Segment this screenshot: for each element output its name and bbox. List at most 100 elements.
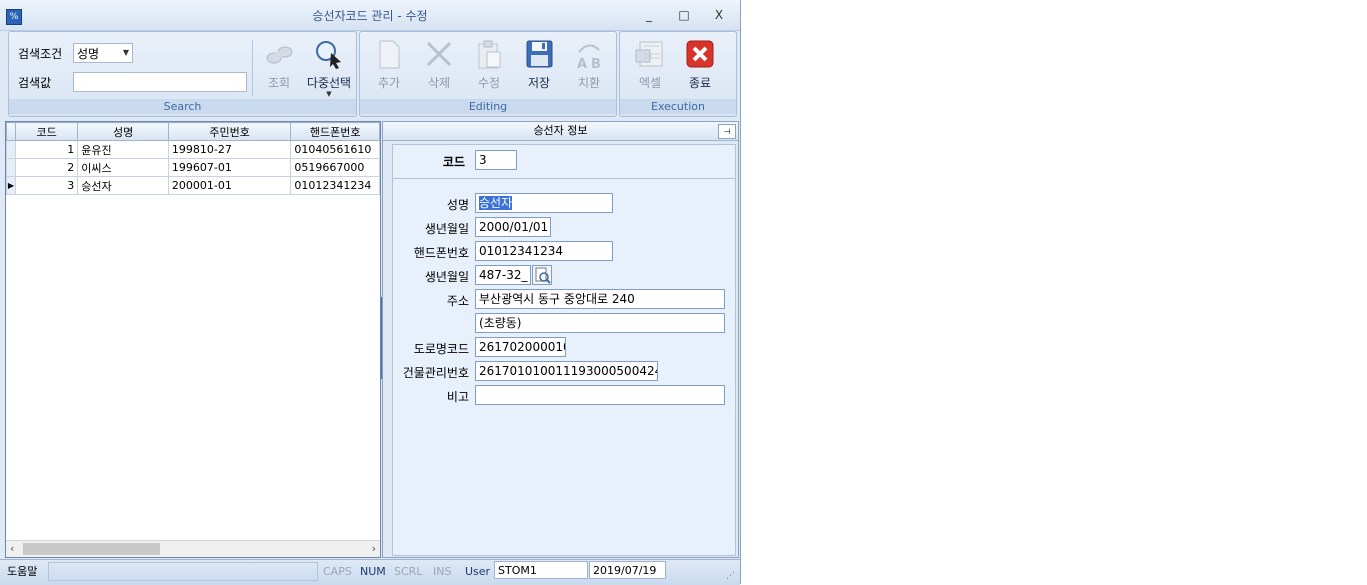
table-row[interactable]: 2 이씨스 199607-01 0519667000 [6,158,380,177]
execution-group: 엑셀 종료 Execution [619,31,737,117]
cell-name[interactable]: 승선자 [77,176,169,195]
memo-field[interactable] [475,385,725,405]
table-row[interactable]: ▶ 3 승선자 200001-01 01012341234 [6,176,380,195]
add-button[interactable]: 추가 [366,38,412,91]
row-header-corner [6,122,16,141]
column-header-name[interactable]: 성명 [77,122,169,141]
search-group-label: Search [9,99,356,114]
search-icon [535,267,551,284]
svg-text:A: A [577,57,587,70]
building-number-field[interactable]: 2617010100111930005004243 [475,361,658,381]
data-grid[interactable]: 코드 성명 주민번호 핸드폰번호 1 윤유진 199810-27 0104056… [5,121,381,558]
code-field[interactable]: 3 [475,150,517,170]
code-label: 코드 [442,155,465,169]
dropdown-arrow-icon: ▼ [326,90,332,98]
cell-code[interactable]: 1 [14,140,79,159]
address-search-button[interactable] [532,265,552,285]
title-bar: % 승선자코드 관리 - 수정 _ □ X [0,0,740,31]
birthdate2-label: 생년월일 [424,270,469,284]
user-value: STOM1 [494,561,588,579]
birthdate-label: 생년월일 [424,222,469,236]
column-header-jumin[interactable]: 주민번호 [167,122,292,141]
cell-code[interactable]: 3 [14,176,79,195]
status-bar: 도움말 CAPS NUM SCRL INS User STOM1 2019/07… [0,559,740,585]
query-label: 조회 [267,76,291,90]
scrollbar-thumb[interactable] [23,543,160,555]
resize-grip-icon[interactable]: ⋰ [726,571,738,583]
scroll-left-icon[interactable]: ‹ [10,542,14,555]
cell-name[interactable]: 이씨스 [77,158,169,177]
excel-label: 엑셀 [638,76,662,90]
horizontal-scrollbar[interactable]: ‹ › [6,540,380,557]
postal-code-field[interactable]: 487-32_ [475,265,531,285]
cell-name[interactable]: 윤유진 [77,140,169,159]
birthdate-field[interactable]: 2000/01/01 [475,217,551,237]
editing-group: 추가 삭제 수정 저장 AB 치환 Editing [359,31,617,117]
roadcode-field[interactable]: 261702000010 [475,337,566,357]
magnifier-cursor-icon [313,38,345,70]
close-button[interactable]: X [708,6,730,24]
minimize-button[interactable]: _ [638,6,660,24]
scroll-right-icon[interactable]: › [372,542,376,555]
cell-jumin[interactable]: 200001-01 [167,176,292,195]
multiselect-button[interactable]: 다중선택 ▼ [306,38,352,98]
cell-code[interactable]: 2 [14,158,79,177]
grid-table: 코드 성명 주민번호 핸드폰번호 1 윤유진 199810-27 0104056… [6,122,380,195]
excel-button[interactable]: 엑셀 [627,38,673,91]
ribbon: 검색조건 성명 ▼ 검색값 조회 다중선택 ▼ Search 추가 삭제 수정 … [4,31,738,117]
add-label: 추가 [377,76,401,90]
query-button[interactable]: 조회 [256,38,302,91]
row-header[interactable] [6,140,16,159]
exit-button[interactable]: 종료 [677,38,723,91]
memo-label: 비고 [446,390,469,404]
table-row[interactable]: 1 윤유진 199810-27 01040561610 [6,140,380,159]
name-selected-text: 승선자 [479,196,513,210]
save-button[interactable]: 저장 [516,38,562,91]
cell-phone[interactable]: 0519667000 [290,158,380,177]
search-condition-label: 검색조건 [18,47,63,61]
roadcode-label: 도로명코드 [413,342,469,356]
main-window: % 승선자코드 관리 - 수정 _ □ X 검색조건 성명 ▼ 검색값 조회 다… [0,0,741,585]
name-label: 성명 [446,198,469,212]
help-text: 도움말 [7,565,38,578]
save-label: 저장 [527,76,551,90]
search-group: 검색조건 성명 ▼ 검색값 조회 다중선택 ▼ Search [8,31,357,117]
column-header-code[interactable]: 코드 [14,122,79,141]
phone-field[interactable]: 01012341234 [475,241,613,261]
cell-jumin[interactable]: 199607-01 [167,158,292,177]
new-document-icon [373,38,405,70]
exit-label: 종료 [688,76,712,90]
cell-phone[interactable]: 01012341234 [290,176,380,195]
floppy-disk-icon [523,38,555,70]
ins-indicator: INS [433,565,452,578]
modify-button[interactable]: 수정 [466,38,512,91]
search-condition-combo[interactable]: 성명 ▼ [73,43,133,63]
maximize-button[interactable]: □ [673,6,695,24]
modify-label: 수정 [477,76,501,90]
caps-indicator: CAPS [323,565,352,578]
search-condition-value: 성명 [77,47,100,61]
cell-phone[interactable]: 01040561610 [290,140,380,159]
address-line2-field[interactable]: (초량동) [475,313,725,333]
search-value-input[interactable] [73,72,247,92]
current-row-indicator[interactable]: ▶ [6,176,16,195]
delete-button[interactable]: 삭제 [416,38,462,91]
name-field[interactable]: 승선자 [475,193,613,213]
user-label: User [465,565,491,578]
cell-jumin[interactable]: 199810-27 [167,140,292,159]
window-title: 승선자코드 관리 - 수정 [312,9,428,23]
address-line1-field[interactable]: 부산광역시 동구 중앙대로 240 [475,289,725,309]
replace-button[interactable]: AB 치환 [566,38,612,91]
num-indicator: NUM [360,565,386,578]
row-header[interactable] [6,158,16,177]
execution-group-label: Execution [620,99,736,114]
detail-header: 승선자 정보 [383,122,738,141]
multiselect-label: 다중선택 [306,76,352,90]
scrl-indicator: SCRL [394,565,423,578]
column-header-phone[interactable]: 핸드폰번호 [290,122,380,141]
svg-text:B: B [591,57,601,70]
pin-icon[interactable]: ⊣ [718,124,736,139]
search-value-label: 검색값 [18,76,52,90]
clipboard-icon [473,38,505,70]
replace-label: 치환 [577,76,601,90]
